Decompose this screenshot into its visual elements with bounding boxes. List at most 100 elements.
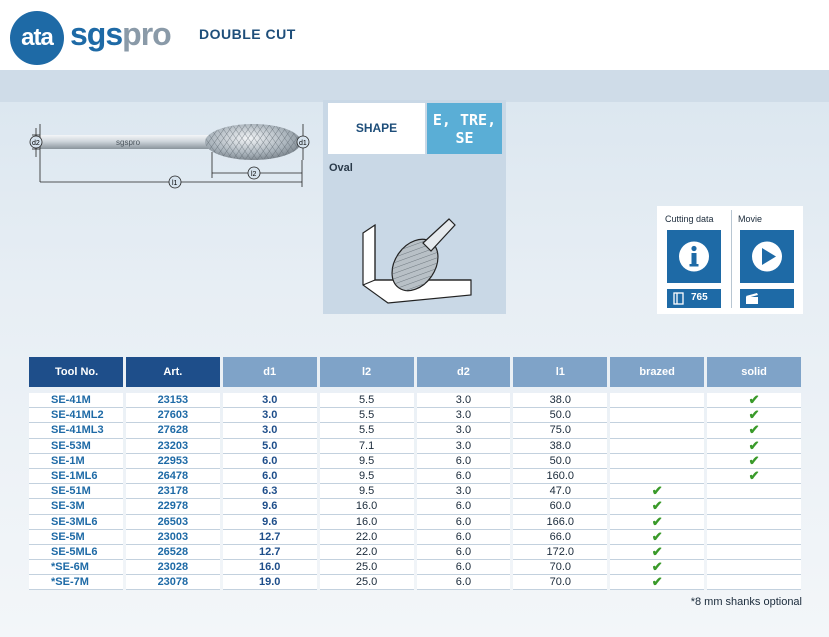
shape-usage-illustration: [362, 218, 472, 304]
cell-l2: 5.5: [319, 408, 414, 424]
cell-d1: 16.0: [222, 560, 317, 576]
cell-l2: 7.1: [319, 438, 414, 454]
cell-d2: 6.0: [416, 468, 511, 485]
spec-table: Tool No. Art. d1 l2 d2 l1 brazed solid S…: [26, 357, 804, 591]
cell-l2: 5.5: [319, 423, 414, 439]
cell-d1: 9.6: [222, 499, 317, 515]
cell-tool-no: SE-51M: [29, 484, 123, 500]
cell-d1: 3.0: [222, 408, 317, 424]
cell-solid-checkmark-icon: ✔: [707, 408, 801, 424]
col-header-d2: d2: [416, 357, 511, 387]
cell-art: 26478: [125, 468, 220, 485]
cell-art: 26528: [125, 544, 220, 561]
cell-l2: 22.0: [319, 529, 414, 545]
cell-tool-no: SE-1M: [29, 453, 123, 469]
book-icon: [673, 292, 684, 305]
cell-brazed: [610, 408, 705, 424]
cell-art: 27628: [125, 423, 220, 439]
cell-art: 23078: [125, 575, 220, 591]
play-icon: [752, 241, 782, 272]
col-header-brazed: brazed: [610, 357, 705, 387]
cell-solid: [707, 484, 801, 500]
col-header-l2: l2: [319, 357, 414, 387]
clapper-icon: [746, 293, 758, 304]
cell-art: 23003: [125, 529, 220, 545]
cell-art: 22953: [125, 453, 220, 469]
cell-l2: 16.0: [319, 514, 414, 530]
cell-tool-no: SE-3ML6: [29, 514, 123, 530]
cell-l1: 50.0: [513, 408, 608, 424]
cell-art: 27603: [125, 408, 220, 424]
cell-brazed-checkmark-icon: ✔: [610, 560, 705, 576]
cell-tool-no: SE-41M: [29, 393, 123, 409]
cell-l1: 172.0: [513, 544, 608, 561]
table-row: *SE-6M 23028 16.0 25.0 6.0 70.0 ✔: [29, 560, 801, 576]
cell-d1: 3.0: [222, 423, 317, 439]
cell-brazed: [610, 438, 705, 454]
cutting-data-title: Cutting data: [665, 214, 714, 224]
cell-brazed-checkmark-icon: ✔: [610, 544, 705, 561]
cell-l1: 38.0: [513, 438, 608, 454]
cell-art: 23203: [125, 438, 220, 454]
table-row: SE-51M 23178 6.3 9.5 3.0 47.0 ✔: [29, 484, 801, 500]
dim-d1-label: d1: [299, 140, 307, 147]
shape-code-line1: E, TRE,: [432, 111, 497, 129]
cell-d2: 6.0: [416, 453, 511, 469]
cell-brazed-checkmark-icon: ✔: [610, 575, 705, 591]
cell-d2: 6.0: [416, 514, 511, 530]
cell-solid: [707, 560, 801, 576]
dim-l1-label: l1: [172, 180, 178, 187]
dim-d2-label: d2: [32, 140, 40, 147]
cell-brazed: [610, 423, 705, 439]
col-header-d1: d1: [222, 357, 317, 387]
shape-label: SHAPE: [328, 103, 425, 154]
cell-d1: 19.0: [222, 575, 317, 591]
shape-name: Oval: [329, 162, 353, 174]
table-row: SE-41M 23153 3.0 5.5 3.0 38.0 ✔: [29, 393, 801, 409]
tool-dimension-drawing: sgspro d2 d1 l2 l1: [29, 124, 310, 189]
cell-solid: [707, 529, 801, 545]
cell-tool-no: SE-53M: [29, 438, 123, 454]
page-header: ata sgspro DOUBLE CUT: [0, 0, 829, 70]
cutting-data-footer[interactable]: 765: [667, 289, 721, 308]
table-row: SE-1ML6 26478 6.0 9.5 6.0 160.0 ✔: [29, 468, 801, 485]
cell-d1: 12.7: [222, 544, 317, 561]
cell-d1: 5.0: [222, 438, 317, 454]
cell-d1: 6.0: [222, 468, 317, 485]
table-header-row: Tool No. Art. d1 l2 d2 l1 brazed solid: [29, 357, 801, 387]
cutting-data-button[interactable]: [667, 230, 721, 283]
movie-footer[interactable]: [740, 289, 794, 308]
col-header-solid: solid: [707, 357, 801, 387]
header-band: [0, 70, 829, 102]
cell-l1: 75.0: [513, 423, 608, 439]
cell-d2: 6.0: [416, 575, 511, 591]
cell-d2: 3.0: [416, 393, 511, 409]
media-divider: [731, 210, 732, 308]
cell-l1: 50.0: [513, 453, 608, 469]
table-row: SE-41ML3 27628 3.0 5.5 3.0 75.0 ✔: [29, 423, 801, 439]
cell-l1: 38.0: [513, 393, 608, 409]
table-row: SE-3M 22978 9.6 16.0 6.0 60.0 ✔: [29, 499, 801, 515]
cell-d2: 3.0: [416, 438, 511, 454]
cell-solid-checkmark-icon: ✔: [707, 393, 801, 409]
cell-solid-checkmark-icon: ✔: [707, 468, 801, 485]
logo-sgs: sgs: [70, 16, 123, 52]
dim-l2-label: l2: [251, 171, 257, 178]
cell-brazed-checkmark-icon: ✔: [610, 484, 705, 500]
cell-l1: 66.0: [513, 529, 608, 545]
shape-panel: SHAPE E, TRE, SE Oval: [323, 100, 506, 314]
cell-d2: 6.0: [416, 499, 511, 515]
cell-l2: 5.5: [319, 393, 414, 409]
cell-brazed-checkmark-icon: ✔: [610, 514, 705, 530]
cell-l1: 60.0: [513, 499, 608, 515]
media-panel: Cutting data 765 Movie: [657, 206, 803, 314]
drawing-brand-mark: sgspro: [116, 138, 141, 147]
cell-d2: 3.0: [416, 423, 511, 439]
table-body: SE-41M 23153 3.0 5.5 3.0 38.0 ✔ SE-41ML2 27603 3.…: [29, 393, 801, 591]
cell-brazed: [610, 453, 705, 469]
cell-d1: 6.3: [222, 484, 317, 500]
cell-solid-checkmark-icon: ✔: [707, 453, 801, 469]
cell-solid: [707, 514, 801, 530]
table-row: SE-1M 22953 6.0 9.5 6.0 50.0 ✔: [29, 453, 801, 469]
movie-play-button[interactable]: [740, 230, 794, 283]
